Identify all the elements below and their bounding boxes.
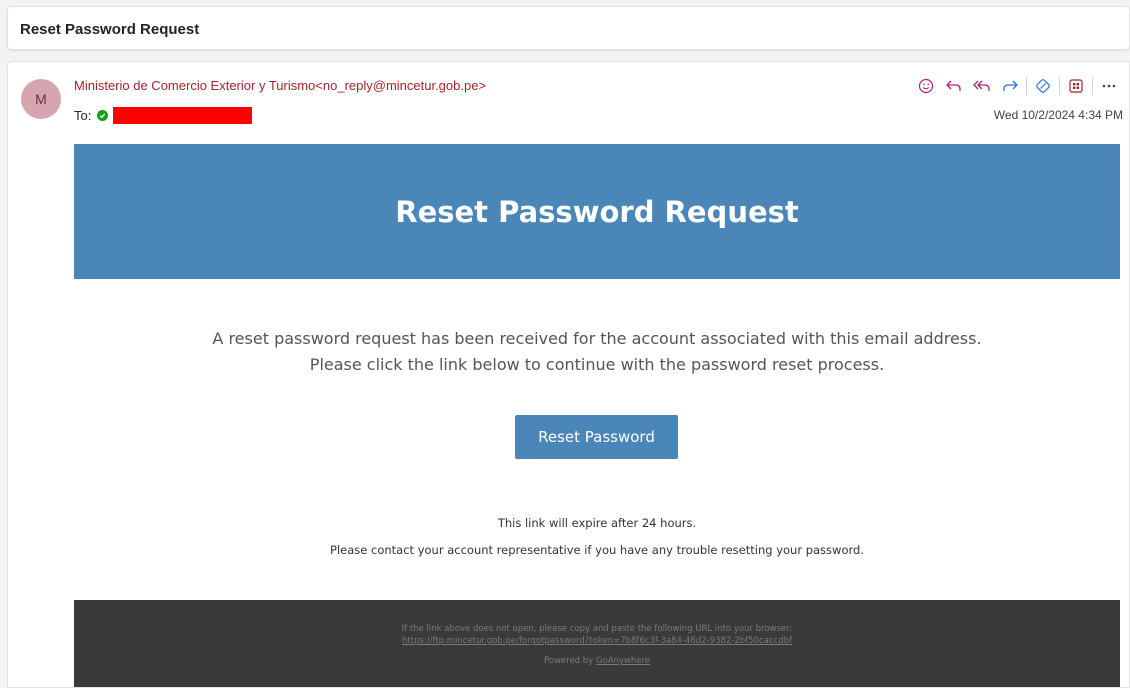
reading-pane: M Ministerio de Comercio Exterior y Turi… [7, 61, 1130, 688]
email-subject: Reset Password Request [20, 21, 200, 38]
emoji-icon[interactable] [912, 74, 940, 98]
footer-url-link[interactable]: https://ftp.mincetur.gob.pe/forgotpasswo… [74, 636, 1120, 646]
sender-avatar[interactable]: M [21, 79, 61, 119]
subject-bar: Reset Password Request [7, 6, 1130, 50]
footer-powered-by: Powered by GoAnywhere [74, 656, 1120, 666]
redacted-recipient[interactable] [113, 106, 253, 124]
banner-title: Reset Password Request [395, 194, 799, 229]
powered-by-label: Powered by [543, 656, 594, 666]
expire-notice: This link will expire after 24 hours. [497, 516, 697, 530]
sender-name[interactable]: Ministerio de Comercio Exterior y Turism… [74, 78, 486, 93]
contact-notice: Please contact your account representati… [330, 543, 864, 557]
goanywhere-link[interactable]: GoAnywhere [596, 656, 650, 666]
message-toolbar [912, 74, 1123, 98]
body-line-2: Please click the link below to continue … [309, 355, 885, 374]
footer-instruction: If the link above does not open, please … [401, 624, 793, 634]
email-body-text: A reset password request has been receiv… [74, 326, 1120, 378]
more-icon[interactable] [1095, 74, 1123, 98]
received-date: Wed 10/2/2024 4:34 PM [993, 108, 1123, 122]
reply-all-icon[interactable] [968, 74, 996, 98]
to-label: To: [74, 107, 92, 123]
toolbar-separator [1059, 77, 1060, 95]
reply-icon[interactable] [940, 74, 968, 98]
toolbar-separator [1026, 77, 1027, 95]
email-banner: Reset Password Request [74, 144, 1120, 279]
verified-check-icon [97, 109, 109, 121]
email-footer: If the link above does not open, please … [74, 600, 1120, 687]
reset-password-button[interactable]: Reset Password [515, 415, 678, 459]
recipient-row: To: [74, 106, 253, 124]
apps-icon[interactable] [1062, 74, 1090, 98]
body-line-1: A reset password request has been receiv… [212, 329, 982, 348]
loop-icon[interactable] [1029, 74, 1057, 98]
toolbar-separator [1092, 77, 1093, 95]
forward-icon[interactable] [996, 74, 1024, 98]
